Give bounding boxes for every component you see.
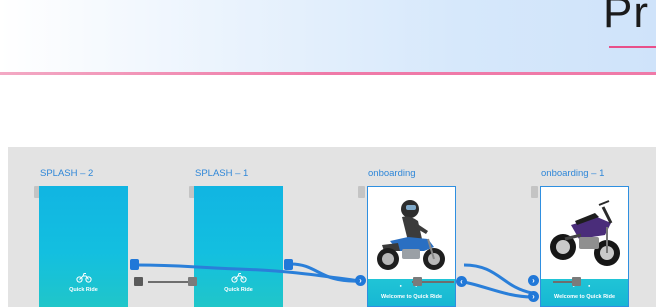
page-title: Pr bbox=[603, 0, 649, 37]
flow-connections bbox=[136, 262, 576, 299]
target-arrow-icon[interactable]: › bbox=[528, 291, 539, 302]
header-banner: Pr bbox=[0, 0, 656, 74]
title-underline bbox=[609, 46, 656, 48]
back-arrow-icon[interactable]: ‹ bbox=[456, 276, 467, 287]
target-arrow-icon[interactable]: › bbox=[355, 275, 366, 286]
connection-wire bbox=[463, 263, 533, 295]
back-handle-icon[interactable] bbox=[572, 277, 581, 286]
back-handle-icon[interactable] bbox=[134, 277, 143, 286]
prototype-flow-canvas[interactable]: SPLASH – 2 SPLASH – 1 onboarding onboard… bbox=[8, 147, 656, 307]
header-divider bbox=[0, 72, 656, 75]
connection-handle[interactable] bbox=[284, 259, 293, 270]
back-handle-icon[interactable] bbox=[413, 277, 422, 286]
connection-wire bbox=[136, 263, 361, 283]
back-handle-icon[interactable] bbox=[188, 277, 197, 286]
target-arrow-icon[interactable]: › bbox=[528, 275, 539, 286]
connection-handle[interactable] bbox=[130, 259, 139, 270]
